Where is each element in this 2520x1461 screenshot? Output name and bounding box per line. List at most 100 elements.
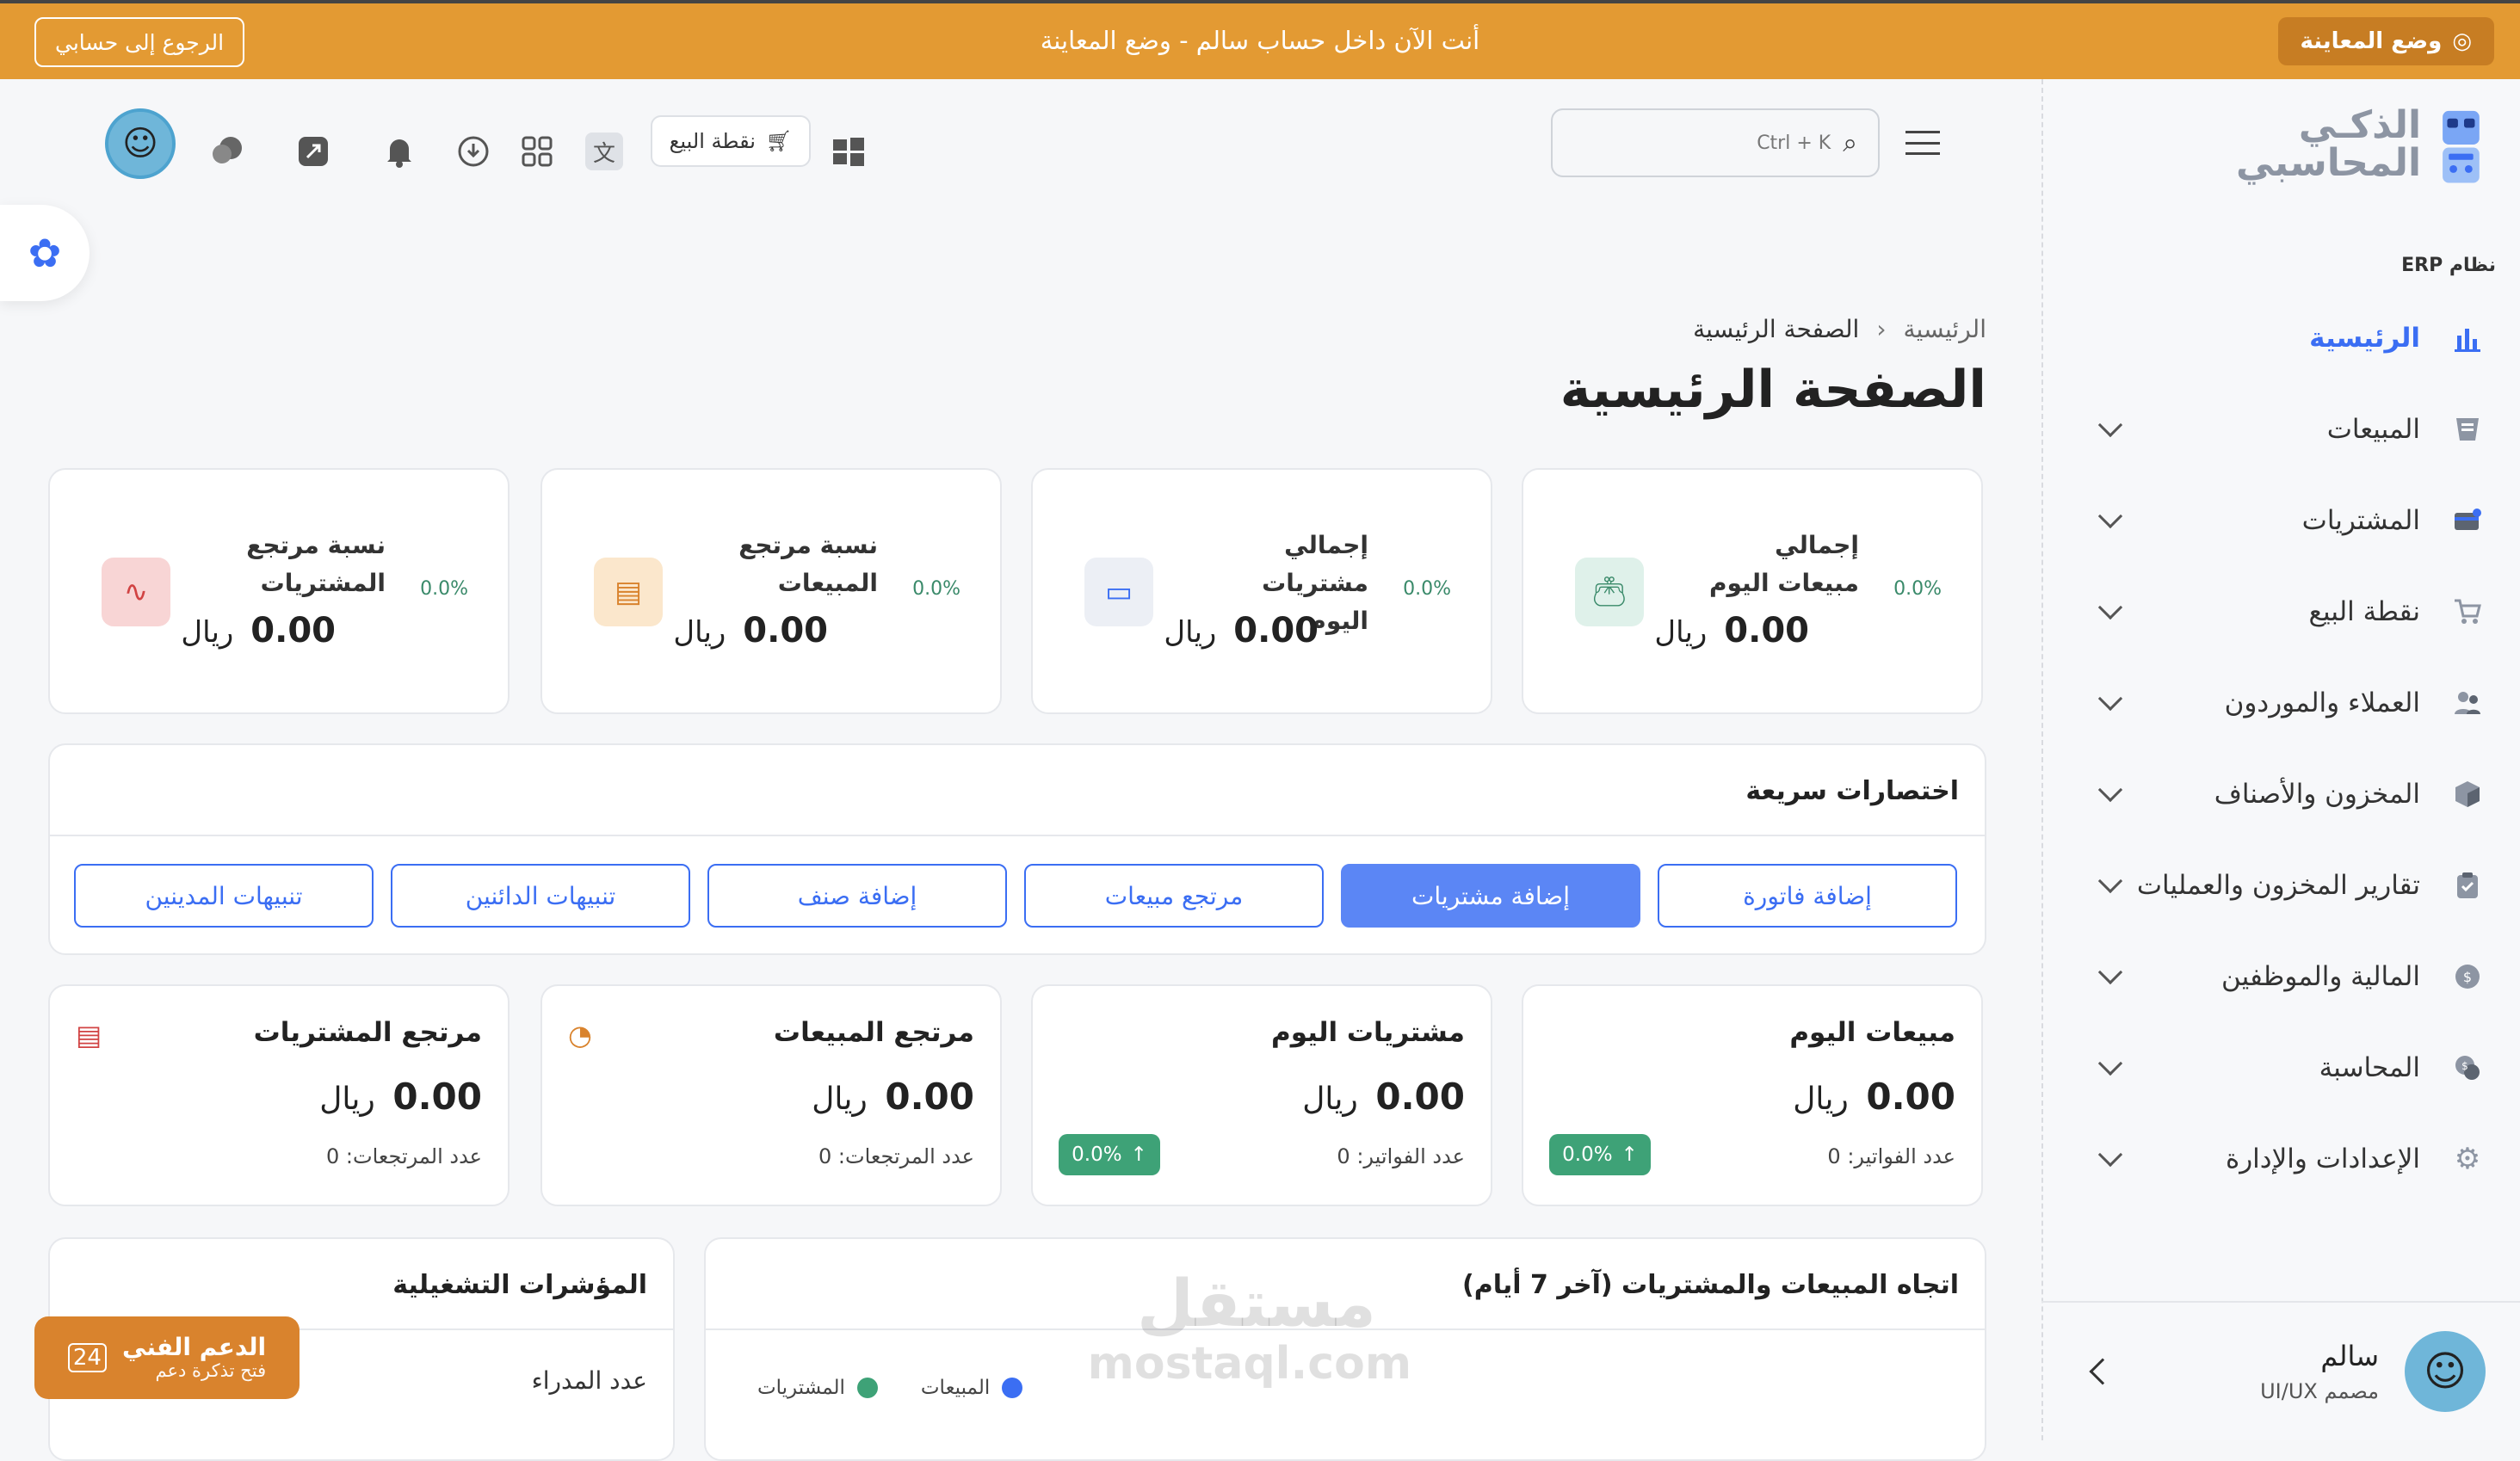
sidebar-item-reports[interactable]: تقارير المخزون والعمليات [2041, 840, 2520, 931]
clipboard-icon [2449, 867, 2486, 903]
gear-icon: ⚙ [2454, 1142, 2481, 1176]
apps-grid-icon[interactable] [518, 133, 556, 170]
erp-section-label: نظام ERP [2401, 255, 2496, 276]
windows-icon[interactable] [830, 133, 868, 170]
pos-button[interactable]: 🛒︎ نقطة البيع [651, 115, 811, 167]
stat-card-sales-return: نسبة مرتجع المبيعات 0.0% ▤ 0.00 ريال [540, 468, 1002, 714]
download-icon[interactable] [454, 133, 492, 170]
panel-title: المؤشرات التشغيلية [392, 1270, 647, 1300]
stat-title: نسبة مرتجع المبيعات [738, 531, 878, 597]
card-value: 0.00 ريال [1793, 1076, 1955, 1118]
sidebar-item-settings[interactable]: ⚙ الإعدادات والإدارة [2041, 1113, 2520, 1205]
quick-shortcuts: اختصارات سريعة إضافة فاتورة إضافة مشتريا… [48, 743, 1986, 955]
stat-value: 0.00 ريال [1164, 611, 1319, 650]
stat-pct: 0.0% [1403, 578, 1451, 600]
card-icon [2449, 502, 2486, 539]
sidebar-item-purchases[interactable]: المشتريات [2041, 475, 2520, 566]
translate-icon[interactable]: 文 [585, 133, 623, 170]
chart-legend: المبيعات المشتريات [757, 1377, 1023, 1399]
sales-return-card: مرتجع المبيعات ◔ 0.00 ريال عدد المرتجعات… [540, 984, 1002, 1206]
box-icon [2449, 776, 2486, 812]
menu-icon[interactable] [1905, 131, 1940, 155]
card-subtext: عدد الفواتير: 0 [1827, 1144, 1955, 1168]
fullscreen-icon[interactable] [294, 133, 332, 170]
sidebar-item-accounting[interactable]: $ المحاسبة [2041, 1022, 2520, 1113]
robot-logo-icon [2443, 110, 2480, 183]
logo-line2: المحاسبي [2236, 141, 2422, 185]
user-name: سالم [2320, 1340, 2379, 1372]
trend-badge: ↑ 0.0% [1549, 1134, 1651, 1175]
kpi-row: عدد المدراء [531, 1366, 647, 1395]
chart-line-icon: ∿ [102, 558, 170, 626]
purchases-return-card: مرتجع المشتريات ▤ 0.00 ريال عدد المرتجعا… [48, 984, 510, 1206]
pos-button-label: نقطة البيع [669, 129, 756, 153]
stat-pct: 0.0% [420, 578, 468, 600]
header-avatar[interactable]: ☺ [105, 108, 176, 179]
users-icon [2449, 685, 2486, 721]
receipt-icon: ▤ [76, 1019, 102, 1051]
sales-return-button[interactable]: مرتجع مبيعات [1024, 864, 1324, 928]
support-24-icon: 24 [67, 1343, 107, 1372]
stat-title: إجمالي مبيعات اليوم [1708, 531, 1859, 597]
breadcrumb-home[interactable]: الرئيسية [1904, 315, 1986, 343]
legend-dot [856, 1378, 878, 1398]
stat-value: 0.00 ريال [673, 611, 828, 650]
cart-icon: 🛒︎ [765, 129, 793, 153]
card-subtext: عدد المرتجعات: 0 [326, 1144, 482, 1168]
card-value: 0.00 ريال [812, 1076, 974, 1118]
chevron-left-icon: ‹ [1876, 315, 1887, 343]
preview-message: أنت الآن داخل حساب سالم - وضع المعاينة [1040, 26, 1480, 55]
trend-badge: ↑ 0.0% [1059, 1134, 1160, 1175]
creditor-alerts-button[interactable]: تنبيهات الدائنين [391, 864, 690, 928]
card-subtext: عدد الفواتير: 0 [1337, 1144, 1465, 1168]
sidebar-item-label: العملاء والموردون [2224, 687, 2420, 718]
back-to-account-button[interactable]: الرجوع إلى حسابي [34, 17, 245, 67]
panel-title: اتجاه المبيعات والمشتريات (آخر 7 أيام) [1462, 1270, 1959, 1300]
add-invoice-button[interactable]: إضافة فاتورة [1658, 864, 1957, 928]
add-item-button[interactable]: إضافة صنف [707, 864, 1007, 928]
sidebar-item-customers[interactable]: العملاء والموردون [2041, 657, 2520, 749]
sidebar-item-label: تقارير المخزون والعمليات [2136, 870, 2420, 901]
bell-icon[interactable] [380, 133, 418, 170]
support-button[interactable]: الدعم الفني فتح تذكرة دعم 24 [34, 1316, 300, 1399]
user-profile[interactable]: ☺ سالم مصمم UI/UX [2041, 1301, 2520, 1440]
card-icon: ▭ [1084, 558, 1153, 626]
shortcuts-title: اختصارات سريعة [1745, 776, 1959, 806]
sidebar-nav: الرئيسية المبيعات المشتريات نقطة البيع ا… [2041, 293, 2520, 1205]
legend-sales[interactable]: المبيعات [921, 1377, 1023, 1399]
stat-card-purchases-today: إجمالي مشتريات اليوم 0.0% ▭ 0.00 ريال [1031, 468, 1492, 714]
user-role: مصمم UI/UX [2260, 1379, 2379, 1403]
sidebar-item-label: الإعدادات والإدارة [2225, 1144, 2420, 1174]
search-input[interactable]: ⌕ Ctrl + K [1551, 108, 1880, 177]
avatar: ☺ [2405, 1331, 2486, 1412]
sidebar-item-finance[interactable]: $ المالية والموظفين [2041, 931, 2520, 1022]
arrow-up-icon: ↑ [1621, 1144, 1638, 1166]
sidebar-item-label: نقطة البيع [2308, 596, 2420, 627]
stat-card-purchases-return: نسبة مرتجع المشتريات 0.0% ∿ 0.00 ريال [48, 468, 510, 714]
card-value: 0.00 ريال [319, 1076, 482, 1118]
daily-purchases-card: مشتريات اليوم 0.00 ريال عدد الفواتير: 0 … [1031, 984, 1492, 1206]
logo-line1: الذكـي [2298, 103, 2422, 147]
card-subtext: عدد المرتجعات: 0 [818, 1144, 974, 1168]
stat-pct: 0.0% [1893, 578, 1942, 600]
legend-purchases[interactable]: المشتريات [757, 1377, 878, 1399]
receipt-icon: ▤ [594, 558, 663, 626]
sidebar-item-inventory[interactable]: المخزون والأصناف [2041, 749, 2520, 840]
page-title: الصفحة الرئيسية [1560, 360, 1986, 420]
preview-bar: ◎ وضع المعاينة أنت الآن داخل حساب سالم -… [0, 0, 2520, 79]
debtor-alerts-button[interactable]: تنبيهات المدينين [74, 864, 374, 928]
divider [50, 835, 1985, 836]
add-purchase-button[interactable]: إضافة مشتريات [1341, 864, 1640, 928]
stat-card-sales-today: إجمالي مبيعات اليوم 0.0% 👛︎ 0.00 ريال [1522, 468, 1983, 714]
sidebar-item-home[interactable]: الرئيسية [2041, 293, 2520, 384]
card-title: مشتريات اليوم [1271, 1017, 1465, 1048]
sidebar-item-label: المحاسبة [2319, 1052, 2420, 1083]
chat-icon[interactable] [208, 133, 246, 170]
sidebar-item-pos[interactable]: نقطة البيع [2041, 566, 2520, 657]
card-value: 0.00 ريال [1302, 1076, 1465, 1118]
sidebar-item-sales[interactable]: المبيعات [2041, 384, 2520, 475]
settings-fab-icon[interactable]: ✿ [0, 205, 90, 301]
card-title: مبيعات اليوم [1789, 1017, 1955, 1048]
stat-value: 0.00 ريال [1654, 611, 1809, 650]
arrow-up-icon: ↑ [1130, 1144, 1147, 1166]
